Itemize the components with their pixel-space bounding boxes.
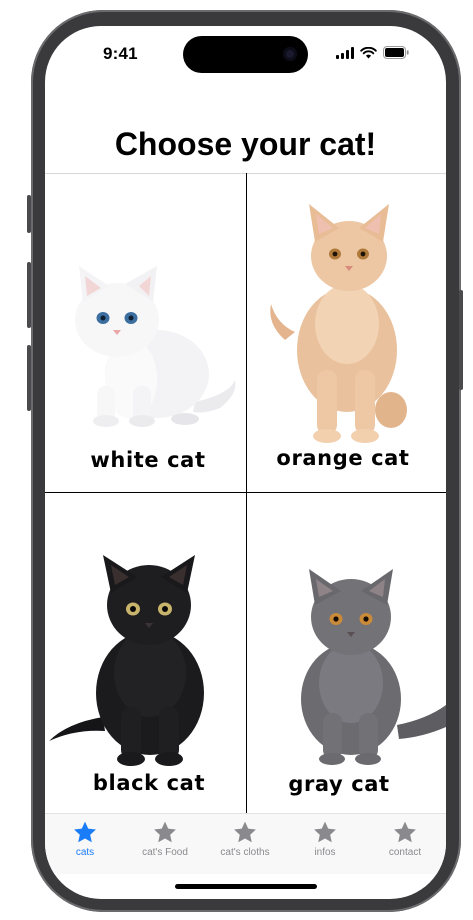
white-kitten-photo: [75, 266, 236, 427]
cat-card-black[interactable]: black cat: [45, 493, 246, 813]
cat-label-black: black cat: [92, 771, 206, 795]
phone-screen: 9:41 Choose your cat! white cat orange c…: [45, 26, 446, 899]
cat-card-gray[interactable]: gray cat: [247, 493, 446, 813]
status-time: 9:41: [103, 44, 138, 63]
wifi-icon: [360, 46, 377, 58]
status-icons: [336, 46, 410, 59]
tab-label: cat's Food: [142, 847, 188, 858]
gray-kitten-photo: [301, 569, 446, 765]
star-icon: [314, 821, 336, 843]
star-icon: [154, 821, 176, 843]
black-kitten-photo: [49, 555, 204, 766]
star-icon: [74, 821, 96, 843]
power-button: [459, 290, 463, 390]
cat-card-white[interactable]: white cat: [45, 174, 246, 492]
home-indicator[interactable]: [175, 884, 317, 889]
star-icon: [234, 821, 256, 843]
orange-kitten-photo: [270, 204, 407, 443]
volume-up-button: [27, 262, 31, 328]
cat-label-gray: gray cat: [288, 772, 390, 796]
cat-label-white: white cat: [90, 448, 206, 472]
tab-contact[interactable]: contact: [365, 820, 445, 858]
cat-label-orange: orange cat: [276, 446, 410, 470]
tab-cats[interactable]: cats: [45, 820, 125, 858]
action-button: [27, 195, 31, 233]
tab-label: cats: [75, 847, 95, 858]
tab-label: cat's cloths: [220, 847, 270, 858]
tab-cats-food[interactable]: cat's Food: [125, 820, 205, 858]
star-icon: [394, 821, 416, 843]
tab-bar: cats cat's Food cat's cloths infos conta…: [45, 813, 446, 874]
tab-cats-cloths[interactable]: cat's cloths: [205, 820, 285, 858]
cellular-signal-icon: [336, 46, 354, 59]
dynamic-island: [183, 36, 308, 73]
tab-label: infos: [314, 847, 336, 858]
battery-icon: [383, 46, 409, 59]
tab-infos[interactable]: infos: [285, 820, 365, 858]
front-camera-icon: [283, 47, 297, 61]
page-title: Choose your cat!: [114, 126, 377, 162]
volume-down-button: [27, 345, 31, 411]
tab-label: contact: [388, 847, 422, 858]
cat-card-orange[interactable]: orange cat: [247, 174, 446, 492]
